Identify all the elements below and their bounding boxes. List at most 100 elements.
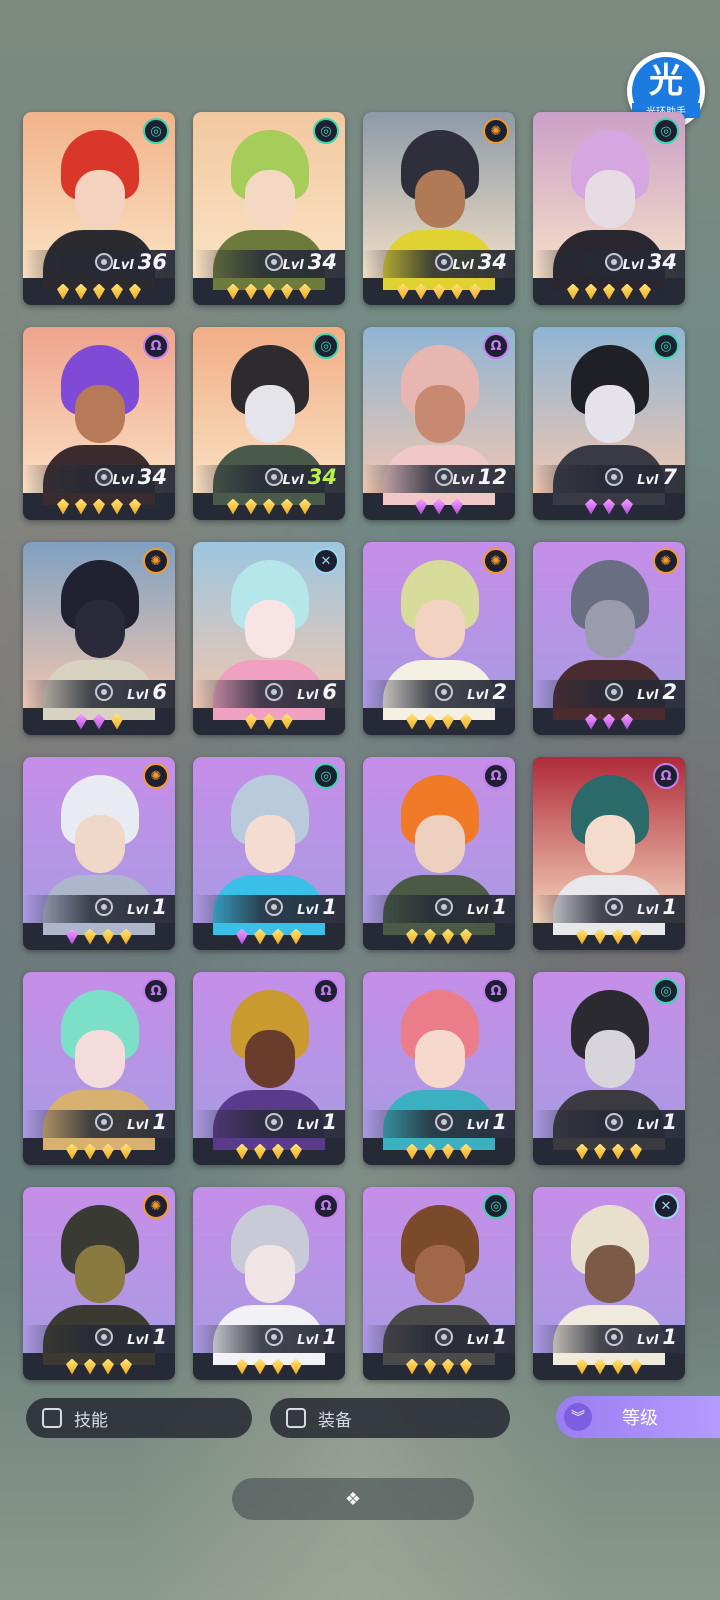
gold-gem-icon <box>245 713 257 730</box>
hero-face <box>585 1030 635 1088</box>
skill-checkbox[interactable] <box>42 1408 62 1428</box>
hero-level: Lvl 6 <box>297 680 337 704</box>
hero-face <box>415 1030 465 1088</box>
hero-level: Lvl 1 <box>637 1110 677 1134</box>
hero-face <box>585 815 635 873</box>
level-prefix: Lvl <box>637 473 659 488</box>
hero-card[interactable]: ◎ Lvl 7 <box>533 327 685 520</box>
level-prefix: Lvl <box>127 1333 149 1348</box>
sort-by-level-button[interactable]: ︾ 等级 <box>556 1396 720 1438</box>
hero-level: Lvl 34 <box>453 250 507 274</box>
hero-card[interactable]: ◎ Lvl 1 <box>193 757 345 950</box>
gold-gem-icon <box>576 1358 588 1375</box>
hero-card[interactable]: ✺ Lvl 1 <box>23 757 175 950</box>
hero-card[interactable]: Ω Lvl 1 <box>363 757 515 950</box>
chevron-down-icon: ︾ <box>564 1403 592 1431</box>
hero-face <box>245 1245 295 1303</box>
hero-face <box>245 385 295 443</box>
gold-gem-icon <box>594 928 606 945</box>
gold-gem-icon <box>406 1358 418 1375</box>
star-gems <box>533 1138 685 1165</box>
gold-gem-icon <box>281 713 293 730</box>
hero-card[interactable]: ✺ Lvl 2 <box>533 542 685 735</box>
gold-gem-icon <box>603 283 615 300</box>
hero-card[interactable]: ✕ Lvl 6 <box>193 542 345 735</box>
gold-gem-icon <box>424 1143 436 1160</box>
gold-gem-icon <box>129 498 141 515</box>
gold-gem-icon <box>567 283 579 300</box>
hero-card[interactable]: ◎ Lvl 34 <box>533 112 685 305</box>
star-gems <box>23 1353 175 1380</box>
hero-level: Lvl 34 <box>623 250 677 274</box>
hero-card[interactable]: ◎ Lvl 1 <box>363 1187 515 1380</box>
level-prefix: Lvl <box>467 1333 489 1348</box>
level-prefix: Lvl <box>112 258 134 273</box>
purple-gem-icon <box>433 498 445 515</box>
level-number: 1 <box>152 1325 167 1349</box>
gear-icon <box>605 898 623 916</box>
gear-icon <box>435 1328 453 1346</box>
purple-gem-icon <box>585 713 597 730</box>
level-number: 1 <box>492 895 507 919</box>
gold-gem-icon <box>290 1358 302 1375</box>
hero-card[interactable]: ✕ Lvl 1 <box>533 1187 685 1380</box>
gold-gem-icon <box>281 283 293 300</box>
hero-card[interactable]: ✺ Lvl 1 <box>23 1187 175 1380</box>
equip-checkbox[interactable] <box>286 1408 306 1428</box>
hero-card[interactable]: Ω Lvl 1 <box>363 972 515 1165</box>
hero-card[interactable]: Ω Lvl 1 <box>23 972 175 1165</box>
star-gems <box>363 923 515 950</box>
void-element-icon: Ω <box>313 978 339 1004</box>
gear-icon <box>265 468 283 486</box>
gear-icon <box>605 1328 623 1346</box>
level-prefix: Lvl <box>637 688 659 703</box>
level-prefix: Lvl <box>297 1333 319 1348</box>
star-gems <box>193 1353 345 1380</box>
hero-card[interactable]: ◎ Lvl 1 <box>533 972 685 1165</box>
gold-gem-icon <box>630 928 642 945</box>
expand-handle-button[interactable]: ❖ <box>232 1478 474 1520</box>
purple-gem-icon <box>66 928 78 945</box>
equip-filter-label: 装备 <box>318 1410 352 1431</box>
purple-gem-icon <box>93 713 105 730</box>
star-gems <box>533 923 685 950</box>
hero-card[interactable]: Ω Lvl 1 <box>193 972 345 1165</box>
nature-element-icon: ◎ <box>313 333 339 359</box>
hero-card[interactable]: ◎ Lvl 36 <box>23 112 175 305</box>
hero-card[interactable]: Ω Lvl 12 <box>363 327 515 520</box>
hero-card[interactable]: ◎ Lvl 34 <box>193 327 345 520</box>
gold-gem-icon <box>254 928 266 945</box>
hero-card[interactable]: ✺ Lvl 6 <box>23 542 175 735</box>
equip-filter[interactable]: 装备 <box>270 1398 510 1438</box>
hero-card[interactable]: ✺ Lvl 2 <box>363 542 515 735</box>
gold-gem-icon <box>639 283 651 300</box>
star-gems <box>363 493 515 520</box>
level-prefix: Lvl <box>297 1118 319 1133</box>
nature-element-icon: ◎ <box>653 978 679 1004</box>
level-prefix: Lvl <box>452 473 474 488</box>
hero-card[interactable]: Ω Lvl 1 <box>193 1187 345 1380</box>
level-number: 1 <box>662 1325 677 1349</box>
gold-gem-icon <box>120 1358 132 1375</box>
level-prefix: Lvl <box>127 688 149 703</box>
level-prefix: Lvl <box>127 903 149 918</box>
fire-element-icon: ✺ <box>143 1193 169 1219</box>
hero-card[interactable]: Ω Lvl 1 <box>533 757 685 950</box>
gold-gem-icon <box>576 928 588 945</box>
gear-icon <box>95 683 113 701</box>
hero-card[interactable]: Ω Lvl 34 <box>23 327 175 520</box>
fire-element-icon: ✺ <box>483 548 509 574</box>
hero-card[interactable]: ◎ Lvl 34 <box>193 112 345 305</box>
level-number: 1 <box>152 1110 167 1134</box>
gold-gem-icon <box>263 283 275 300</box>
hero-level: Lvl 2 <box>637 680 677 704</box>
gold-gem-icon <box>415 283 427 300</box>
hero-level: Lvl 1 <box>297 1325 337 1349</box>
gold-gem-icon <box>621 283 633 300</box>
skill-filter[interactable]: 技能 <box>26 1398 252 1438</box>
void-element-icon: Ω <box>313 1193 339 1219</box>
hero-level: Lvl 1 <box>297 1110 337 1134</box>
hero-card[interactable]: ✺ Lvl 34 <box>363 112 515 305</box>
gold-gem-icon <box>630 1143 642 1160</box>
gold-gem-icon <box>406 713 418 730</box>
